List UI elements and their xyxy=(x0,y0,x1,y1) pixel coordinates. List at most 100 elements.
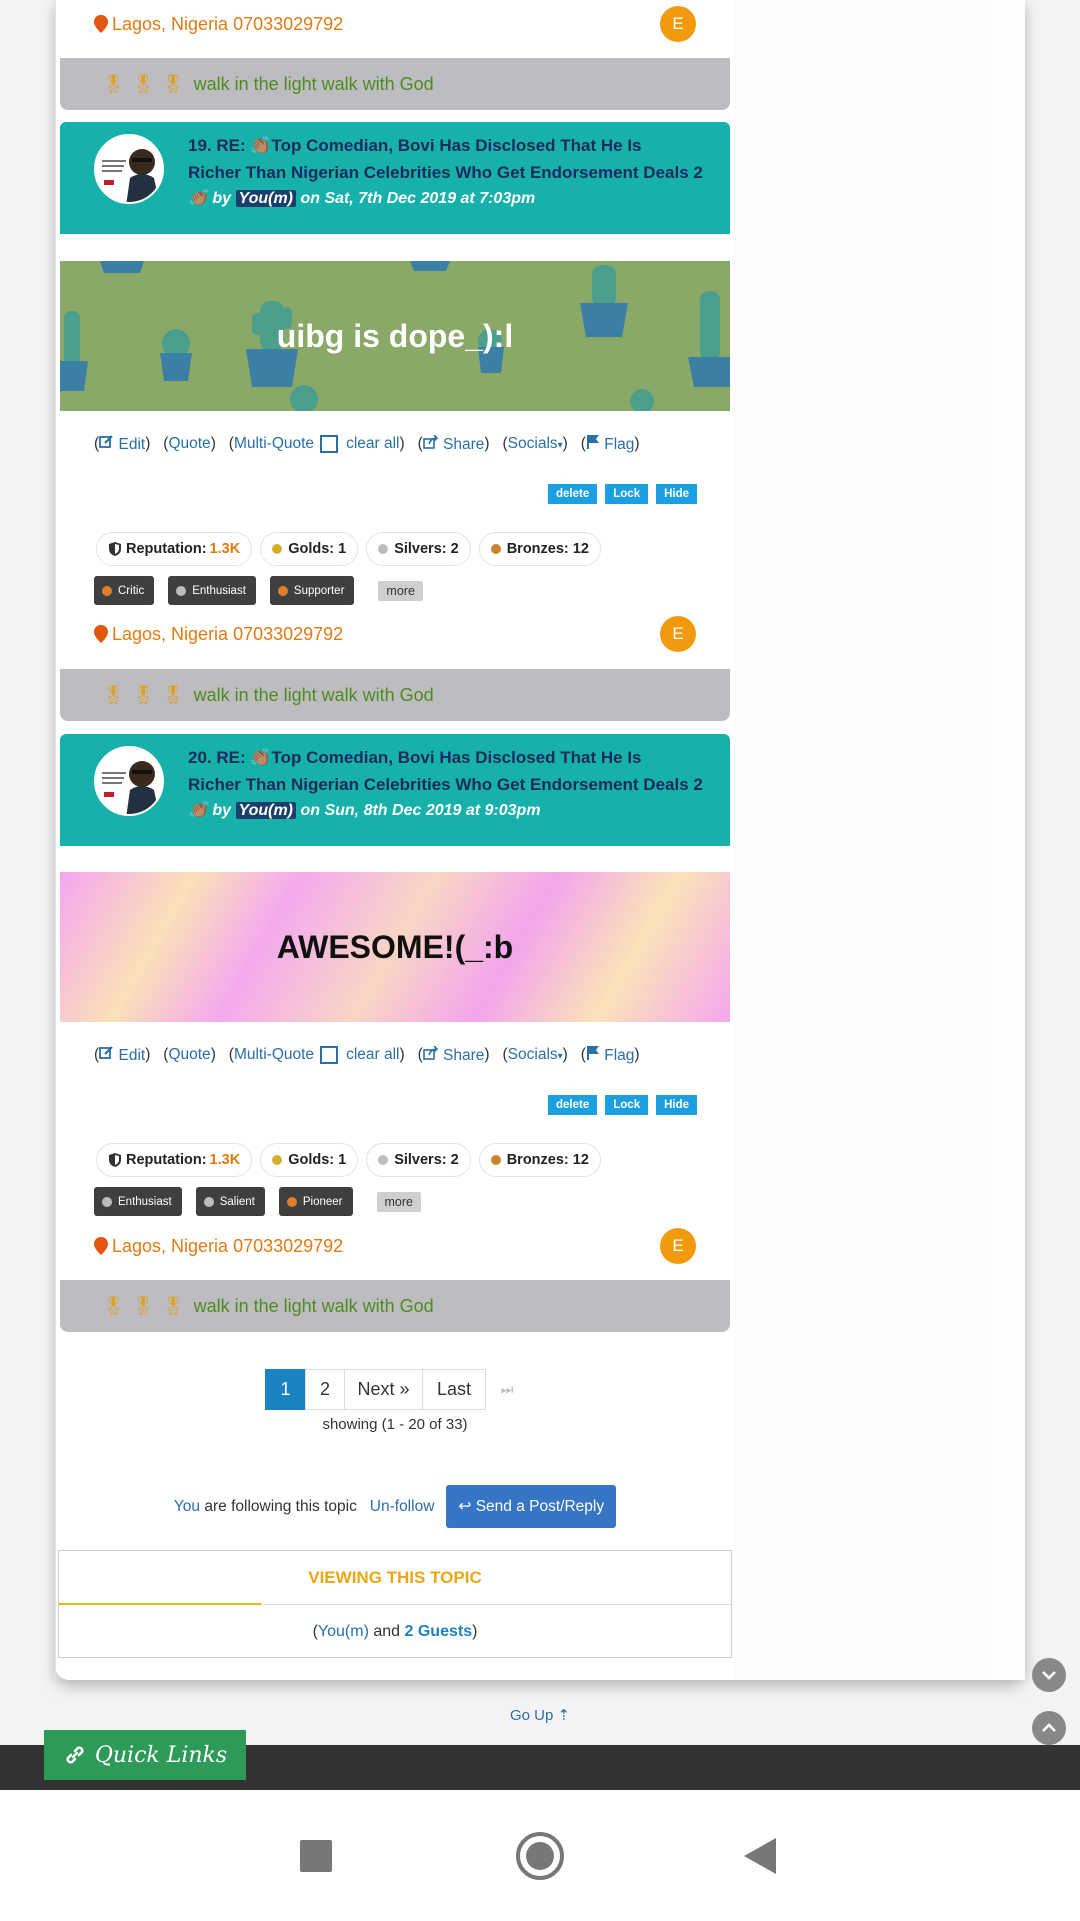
edit-link[interactable]: Edit xyxy=(99,1045,145,1065)
reputation-label: Reputation: xyxy=(126,1152,207,1168)
share-link[interactable]: Share xyxy=(422,1044,484,1065)
guests-count[interactable]: 2 Guests xyxy=(405,1623,473,1641)
post-title[interactable]: 19. RE: 👏🏽Top Comedian, Bovi Has Disclos… xyxy=(188,132,718,186)
skip-end-icon[interactable]: ⏭ xyxy=(486,1369,528,1410)
silver-dot-icon xyxy=(378,1155,389,1165)
golds-pill[interactable]: Golds: 1 xyxy=(260,1143,359,1177)
edit-icon xyxy=(99,1046,113,1059)
caret-down-icon: ▾ xyxy=(557,1051,563,1062)
badge[interactable]: Pioneer xyxy=(278,1187,353,1216)
silver-dot-icon xyxy=(378,544,389,554)
hide-button[interactable]: Hide xyxy=(656,484,698,504)
unfollow-link[interactable]: Un-follow xyxy=(370,1498,435,1516)
avatar-badge[interactable]: E xyxy=(660,1228,696,1264)
golds-pill[interactable]: Golds: 1 xyxy=(260,532,359,566)
badge[interactable]: Critic xyxy=(94,576,155,605)
post-title[interactable]: 20. RE: 👏🏽Top Comedian, Bovi Has Disclos… xyxy=(188,744,718,798)
socials-dropdown[interactable]: Socials▾ xyxy=(508,1046,563,1064)
send-reply-button[interactable]: ↩ Send a Post/Reply xyxy=(446,1485,617,1528)
badge-dot-icon xyxy=(203,1196,214,1207)
badge[interactable]: Enthusiast xyxy=(94,1187,182,1216)
reputation-label: Reputation: xyxy=(126,541,207,557)
bronzes-pill[interactable]: Bronzes: 12 xyxy=(478,1143,601,1177)
reputation-pill[interactable]: Reputation: 1.3K xyxy=(96,532,253,566)
bronzes-count: Bronzes: 12 xyxy=(506,1152,589,1168)
lock-button[interactable]: Lock xyxy=(605,1095,649,1115)
shield-icon xyxy=(109,1153,121,1167)
quote-link[interactable]: Quote xyxy=(168,435,210,453)
post-title-line: 20. RE: 👏🏽Top Comedian, Bovi Has Disclos… xyxy=(188,748,642,767)
showing-count: showing (1 - 20 of 33) xyxy=(322,1416,468,1433)
go-up-link[interactable]: Go Up ⇡ xyxy=(0,1706,1080,1724)
avatar-image xyxy=(96,136,162,202)
author-link[interactable]: You(m) xyxy=(235,190,297,207)
multi-quote-link[interactable]: Multi-Quote xyxy=(234,1046,314,1064)
bronzes-count: Bronzes: 12 xyxy=(506,541,589,557)
recent-apps-button[interactable] xyxy=(300,1840,332,1872)
lock-button[interactable]: Lock xyxy=(605,484,649,504)
silvers-pill[interactable]: Silvers: 2 xyxy=(366,1143,471,1177)
hide-button[interactable]: Hide xyxy=(656,1095,698,1115)
reputation-pill[interactable]: Reputation: 1.3K xyxy=(96,1143,253,1177)
viewers-and: and xyxy=(373,1623,401,1640)
location-text: Lagos, Nigeria 07033029792 xyxy=(112,623,344,644)
you-link[interactable]: You xyxy=(174,1498,200,1516)
edit-link[interactable]: Edit xyxy=(99,434,145,454)
flag-link[interactable]: Flag xyxy=(586,1045,634,1065)
avatar-badge[interactable]: E xyxy=(660,616,696,652)
avatar-badge[interactable]: E xyxy=(660,6,696,42)
last-page-button[interactable]: Last xyxy=(422,1369,486,1410)
scroll-down-button[interactable] xyxy=(1032,1658,1066,1692)
quick-links-button[interactable]: Quick Links xyxy=(44,1730,246,1780)
share-link[interactable]: Share xyxy=(422,433,484,454)
clear-all-link[interactable]: clear all xyxy=(346,1046,399,1064)
flag-icon xyxy=(586,1046,599,1060)
badge[interactable]: Enthusiast xyxy=(168,576,256,605)
post-header: 19. RE: 👏🏽Top Comedian, Bovi Has Disclos… xyxy=(60,122,730,234)
next-page-button[interactable]: Next » xyxy=(344,1369,423,1410)
user-avatar[interactable] xyxy=(94,134,164,204)
back-button[interactable] xyxy=(744,1838,776,1874)
badge[interactable]: Salient xyxy=(195,1187,265,1216)
share-icon xyxy=(422,1044,438,1060)
flag-label: Flag xyxy=(604,436,635,453)
more-badges-button[interactable]: more xyxy=(376,1191,421,1212)
bronzes-pill[interactable]: Bronzes: 12 xyxy=(478,532,601,566)
socials-dropdown[interactable]: Socials▾ xyxy=(508,435,563,453)
flag-icon xyxy=(586,435,599,449)
delete-button[interactable]: delete xyxy=(548,1095,598,1115)
byline-prefix: 👏🏽 by xyxy=(188,190,232,207)
more-badges-button[interactable]: more xyxy=(378,580,423,601)
multi-quote-checkbox[interactable] xyxy=(320,435,339,453)
multi-quote-checkbox[interactable] xyxy=(320,1046,339,1064)
badge-dot-icon xyxy=(176,585,187,596)
map-pin-icon xyxy=(94,1237,108,1255)
medal-icon: 🎖 xyxy=(102,684,125,705)
author-link[interactable]: You(m) xyxy=(235,802,297,819)
signature-bar: 🎖 🎖 🎖 walk in the light walk with God xyxy=(60,1280,730,1332)
medal-icon: 🎖 xyxy=(131,1295,155,1316)
badge[interactable]: Supporter xyxy=(269,576,355,605)
viewer-you-link[interactable]: You(m) xyxy=(318,1623,369,1641)
medal-icon: 🎖 xyxy=(131,73,155,94)
post-actions: ( Edit) (Quote) (Multi-Quote clear all) … xyxy=(94,433,640,454)
multi-quote-link[interactable]: Multi-Quote xyxy=(234,435,314,453)
user-stats: Reputation: 1.3K Golds: 1 Silvers: 2 Bron… xyxy=(96,532,601,566)
silvers-pill[interactable]: Silvers: 2 xyxy=(366,532,471,566)
user-avatar[interactable] xyxy=(94,746,164,816)
page-1-button[interactable]: 1 xyxy=(265,1369,306,1410)
map-pin-icon xyxy=(94,15,108,33)
post-byline: 👏🏽 by You(m) on Sun, 8th Dec 2019 at 9:0… xyxy=(188,800,541,820)
pagination: 1 2 Next » Last ⏭ xyxy=(265,1369,528,1410)
quote-link[interactable]: Quote xyxy=(168,1046,210,1064)
flag-link[interactable]: Flag xyxy=(586,434,634,454)
silvers-count: Silvers: 2 xyxy=(394,541,459,557)
page-2-button[interactable]: 2 xyxy=(305,1369,345,1410)
delete-button[interactable]: delete xyxy=(548,484,598,504)
golds-count: Golds: 1 xyxy=(288,1152,347,1168)
clear-all-link[interactable]: clear all xyxy=(346,435,399,453)
location-text: Lagos, Nigeria 07033029792 xyxy=(112,1235,344,1256)
home-button[interactable] xyxy=(516,1832,564,1880)
edit-label: Edit xyxy=(118,1047,146,1064)
banner-text: uibg is dope_):l xyxy=(276,317,514,354)
